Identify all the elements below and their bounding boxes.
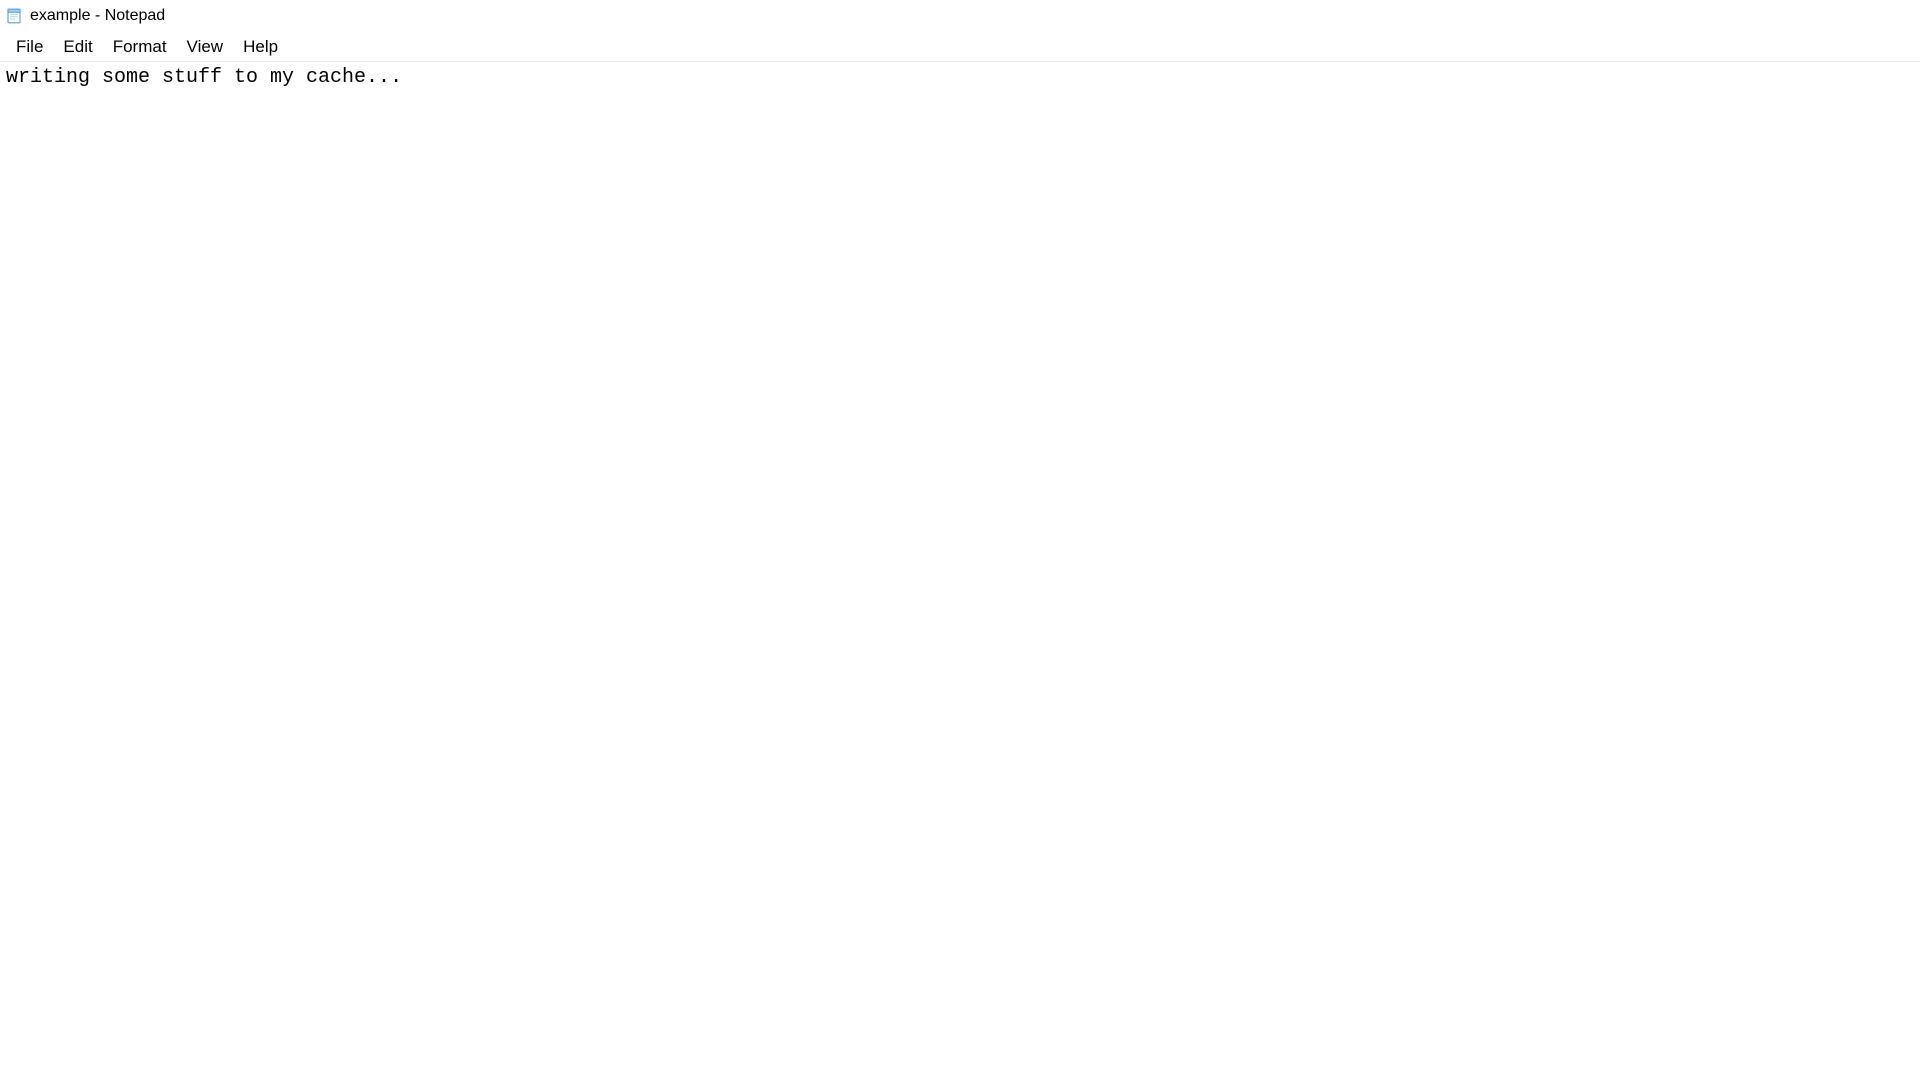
menu-edit[interactable]: Edit xyxy=(53,33,102,61)
titlebar: example - Notepad xyxy=(0,0,1920,32)
menu-file[interactable]: File xyxy=(6,33,53,61)
menu-help[interactable]: Help xyxy=(233,33,288,61)
text-editor[interactable]: writing some stuff to my cache... xyxy=(0,62,1920,1080)
window-title: example - Notepad xyxy=(30,7,165,25)
menu-format[interactable]: Format xyxy=(103,33,177,61)
menu-view[interactable]: View xyxy=(177,33,234,61)
notepad-icon xyxy=(4,6,24,26)
menubar: File Edit Format View Help xyxy=(0,32,1920,62)
